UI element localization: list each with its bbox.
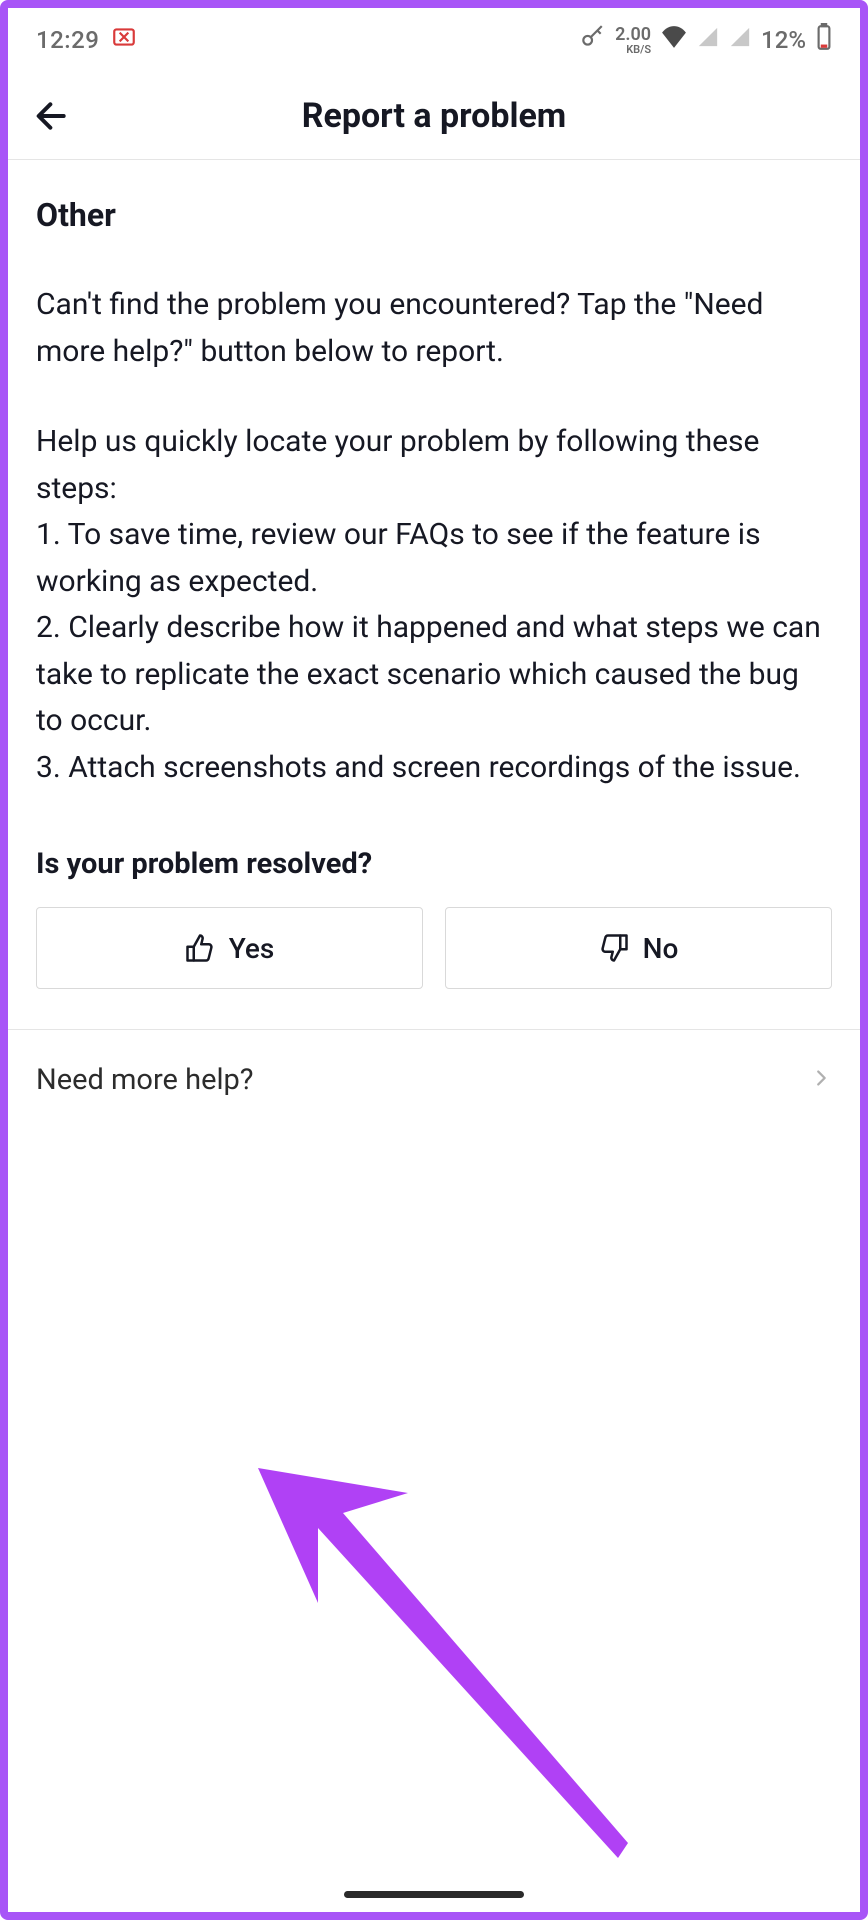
chevron-right-icon	[810, 1063, 832, 1097]
yes-label: Yes	[229, 932, 275, 965]
key-icon	[579, 24, 605, 56]
thumbs-down-icon	[599, 933, 629, 963]
thumbs-up-icon	[185, 933, 215, 963]
screenshot-frame: 12:29 2.00 KB/S	[0, 0, 868, 1920]
section-title: Other	[36, 196, 832, 234]
need-more-help-row[interactable]: Need more help?	[36, 1030, 832, 1130]
no-button[interactable]: No	[445, 907, 832, 989]
no-label: No	[643, 932, 679, 965]
intro-paragraph: Can't find the problem you encountered? …	[36, 282, 832, 375]
speed-value: 2.00	[615, 26, 651, 44]
back-button[interactable]	[16, 80, 88, 152]
screen-record-icon	[111, 24, 137, 56]
status-bar: 12:29 2.00 KB/S	[8, 8, 860, 72]
steps-paragraph: Help us quickly locate your problem by f…	[36, 419, 832, 791]
page-title: Report a problem	[8, 96, 860, 136]
network-speed: 2.00 KB/S	[615, 26, 651, 55]
arrow-left-icon	[32, 96, 72, 136]
yes-button[interactable]: Yes	[36, 907, 423, 989]
signal-icon-1	[697, 26, 719, 54]
resolved-question: Is your problem resolved?	[36, 847, 832, 881]
home-indicator	[344, 1891, 524, 1898]
status-left: 12:29	[36, 24, 137, 56]
speed-unit: KB/S	[626, 44, 651, 55]
status-time: 12:29	[36, 26, 99, 54]
wifi-icon	[661, 26, 687, 54]
answer-row: Yes No	[36, 907, 832, 989]
need-more-help-label: Need more help?	[36, 1063, 254, 1097]
battery-percent: 12%	[761, 26, 806, 54]
content: Other Can't find the problem you encount…	[8, 160, 860, 1912]
battery-icon	[816, 23, 832, 57]
status-right: 2.00 KB/S 12%	[579, 23, 832, 57]
signal-icon-2	[729, 26, 751, 54]
page-header: Report a problem	[8, 72, 860, 160]
